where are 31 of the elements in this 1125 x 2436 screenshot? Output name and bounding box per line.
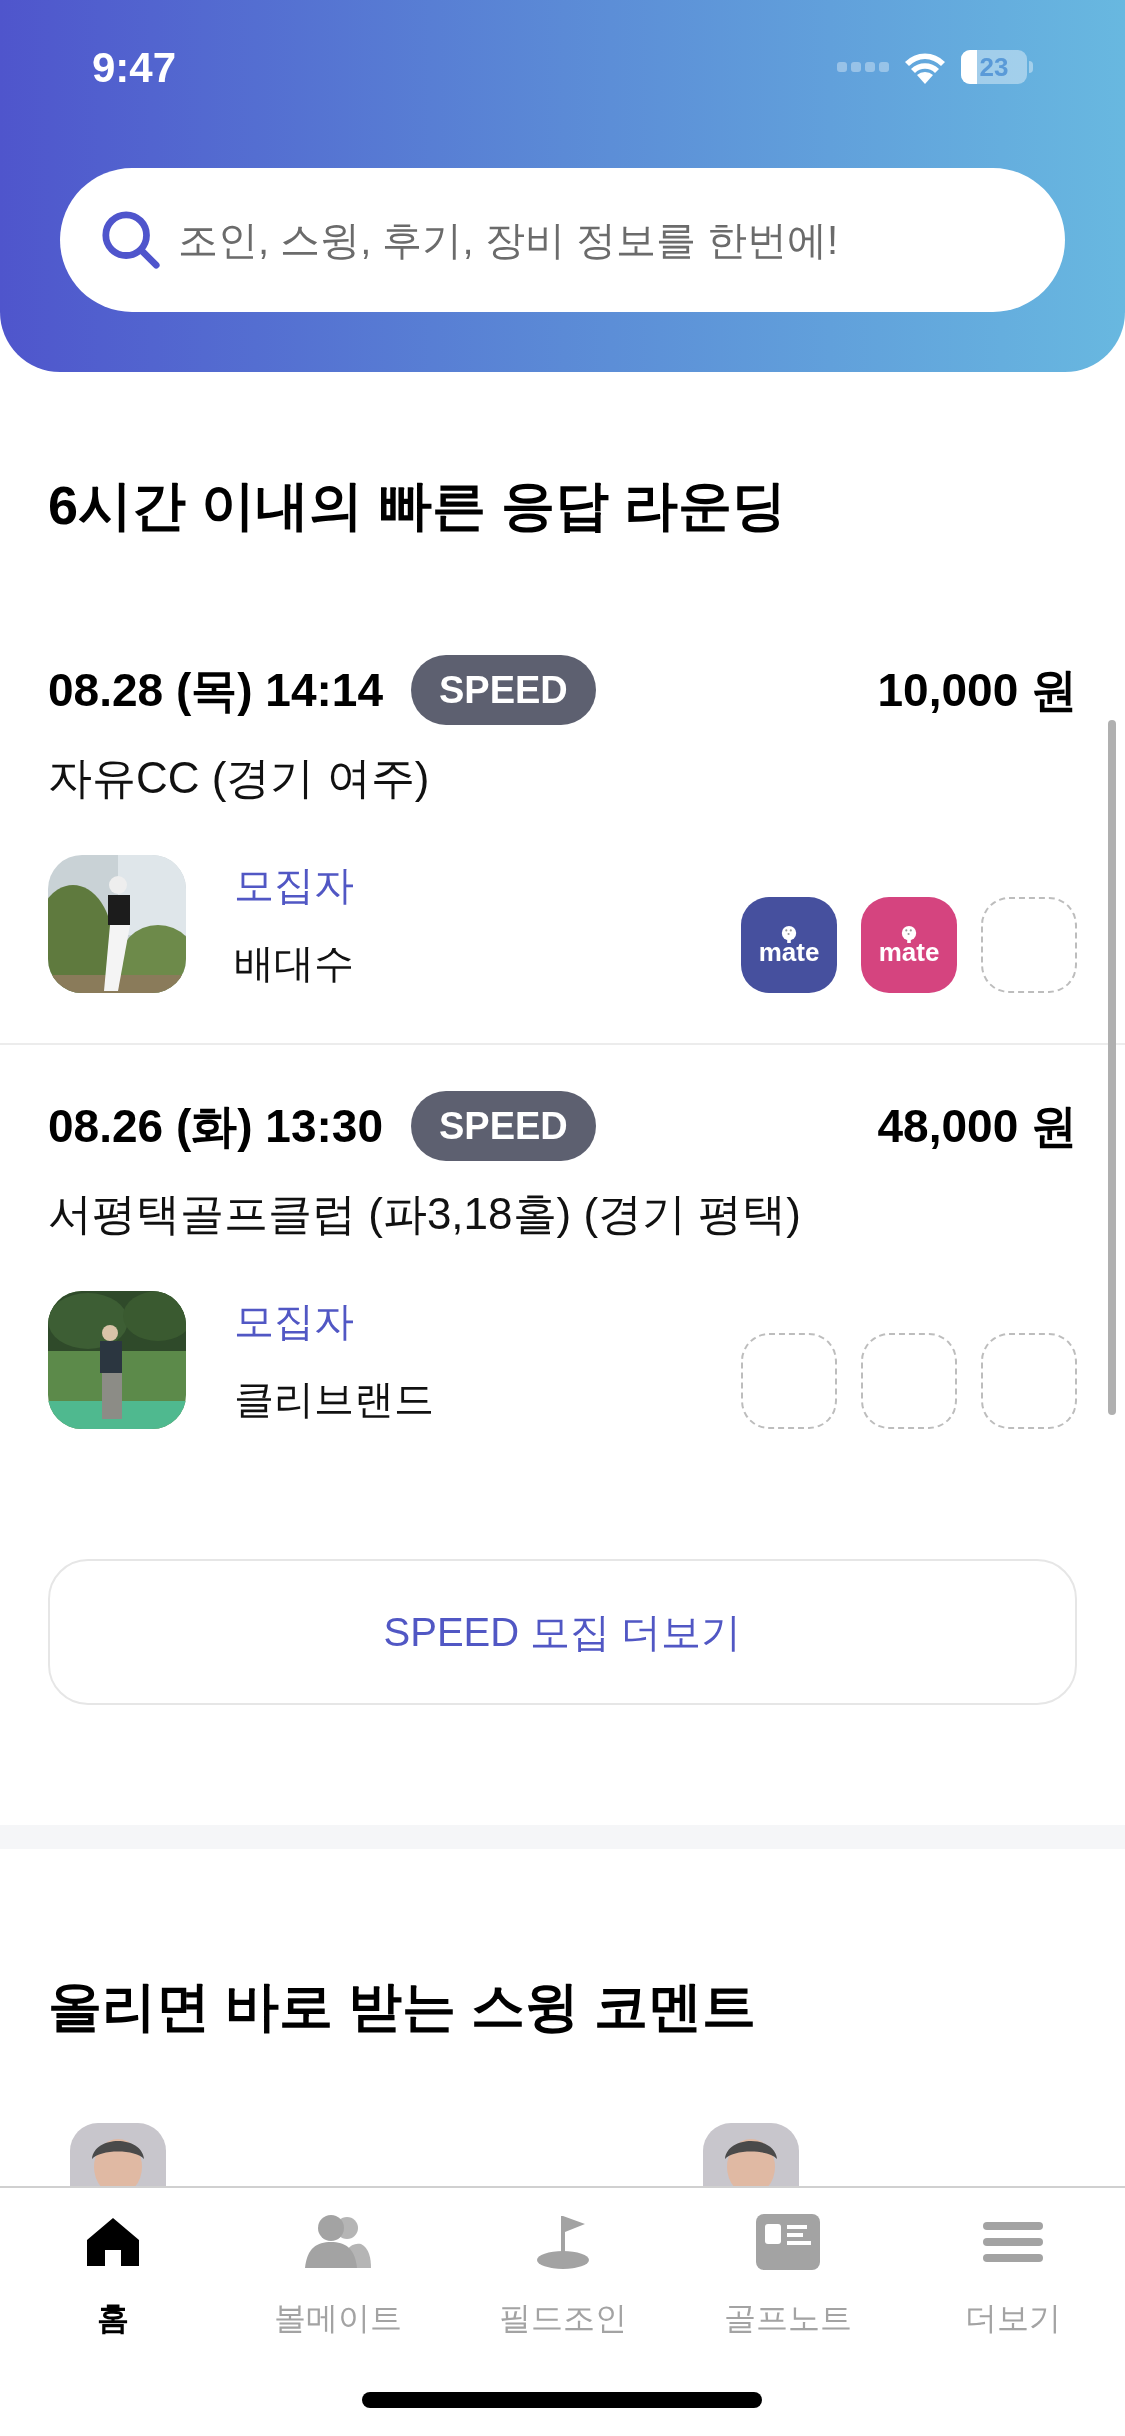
speed-badge: SPEED bbox=[410, 1091, 596, 1161]
host-label: 모집자 bbox=[234, 862, 354, 909]
section-title: 6시간 이내의 빠른 응답 라운딩 bbox=[47, 478, 788, 532]
status-time: 9:47 bbox=[92, 42, 177, 93]
note-icon bbox=[754, 2212, 821, 2272]
battery-indicator: 23 bbox=[961, 50, 1033, 84]
golf-ball-icon bbox=[780, 925, 798, 943]
mate-label: mate bbox=[758, 939, 820, 965]
mate-label: mate bbox=[878, 939, 940, 965]
round-price: 48,000 원 bbox=[877, 1098, 1077, 1154]
host-label: 모집자 bbox=[234, 1298, 355, 1345]
tab-bar-item[interactable]: 골프노트 bbox=[675, 2212, 900, 2342]
host-name: 클리브랜드 bbox=[234, 1376, 434, 1423]
search-bar[interactable]: 조인, 스윙, 후기, 장비 정보를 한번에! bbox=[60, 168, 1065, 312]
host-name: 배대수 bbox=[234, 940, 354, 987]
speed-badge: SPEED bbox=[410, 655, 596, 725]
more-button[interactable]: SPEED 모집 더보기 bbox=[48, 1559, 1077, 1705]
search-icon bbox=[100, 209, 162, 271]
round-venue: 자유CC (경기 여주) bbox=[48, 752, 431, 804]
tab-bar-item[interactable]: 필드조인 bbox=[450, 2212, 675, 2342]
golf-ball-icon bbox=[900, 925, 918, 943]
search-field[interactable]: 조인, 스윙, 후기, 장비 정보를 한번에! bbox=[178, 210, 1025, 270]
tab-bar-item[interactable]: 더보기 bbox=[900, 2212, 1125, 2342]
tab-bar-item[interactable]: 볼메이트 bbox=[225, 2212, 450, 2342]
round-venue: 서평택골프클럽 (파3,18홀) (경기 평택) bbox=[48, 1188, 802, 1240]
tab-bar-item[interactable]: 홈 bbox=[0, 2212, 225, 2342]
round-datetime: 08.26 (화) 13:30 bbox=[48, 1098, 383, 1154]
signal-icon bbox=[837, 61, 889, 73]
section-title: 올리면 바로 받는 스윙 코멘트 bbox=[47, 1979, 757, 2033]
round-datetime: 08.28 (목) 14:14 bbox=[48, 662, 383, 718]
round-price: 10,000 원 bbox=[877, 662, 1077, 718]
